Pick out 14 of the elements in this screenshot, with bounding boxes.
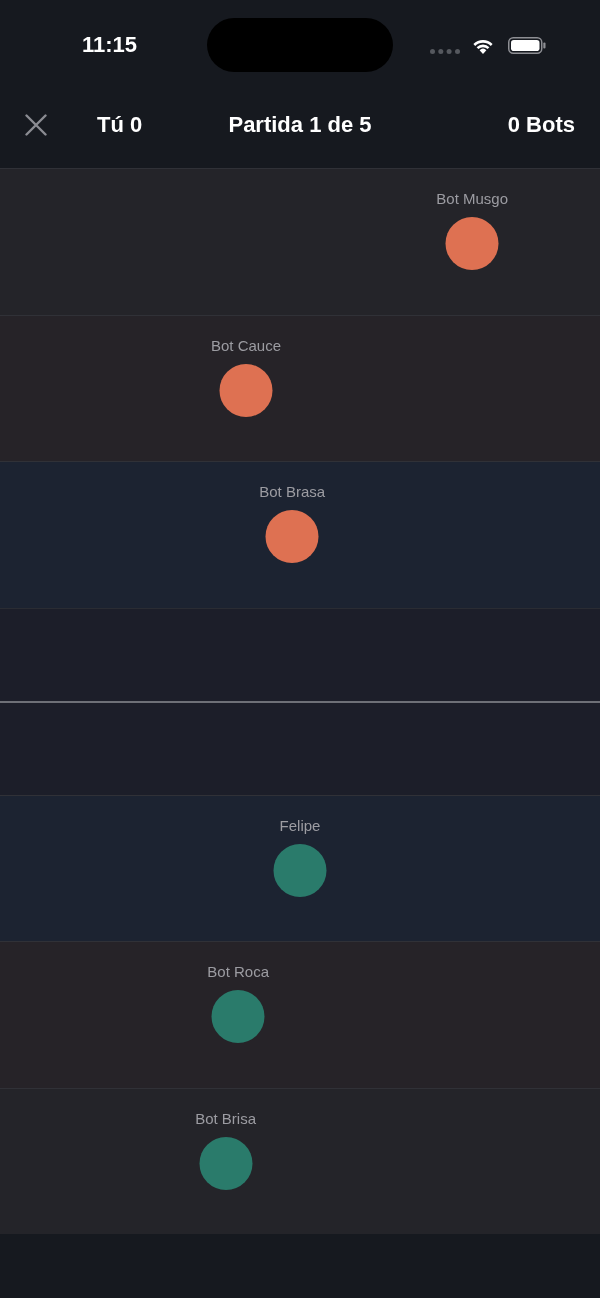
- signal-dots-icon: [430, 48, 460, 54]
- match-title: Partida 1 de 5: [228, 112, 372, 138]
- player-score: Tú 0: [97, 112, 143, 138]
- player-name: Bot Musgo: [436, 190, 509, 208]
- bots-score: 0 Bots: [507, 112, 575, 138]
- close-icon: [25, 114, 47, 136]
- player-name: Bot Brisa: [195, 1109, 256, 1128]
- close-button[interactable]: [24, 113, 48, 137]
- player-name: Bot Roca: [207, 963, 270, 981]
- player-name: Bot Brasa: [259, 483, 326, 501]
- player-name: Felipe: [279, 816, 321, 835]
- status-time: 11:15: [82, 31, 138, 57]
- battery-icon: [508, 36, 546, 54]
- player-name: Bot Cauce: [211, 336, 281, 355]
